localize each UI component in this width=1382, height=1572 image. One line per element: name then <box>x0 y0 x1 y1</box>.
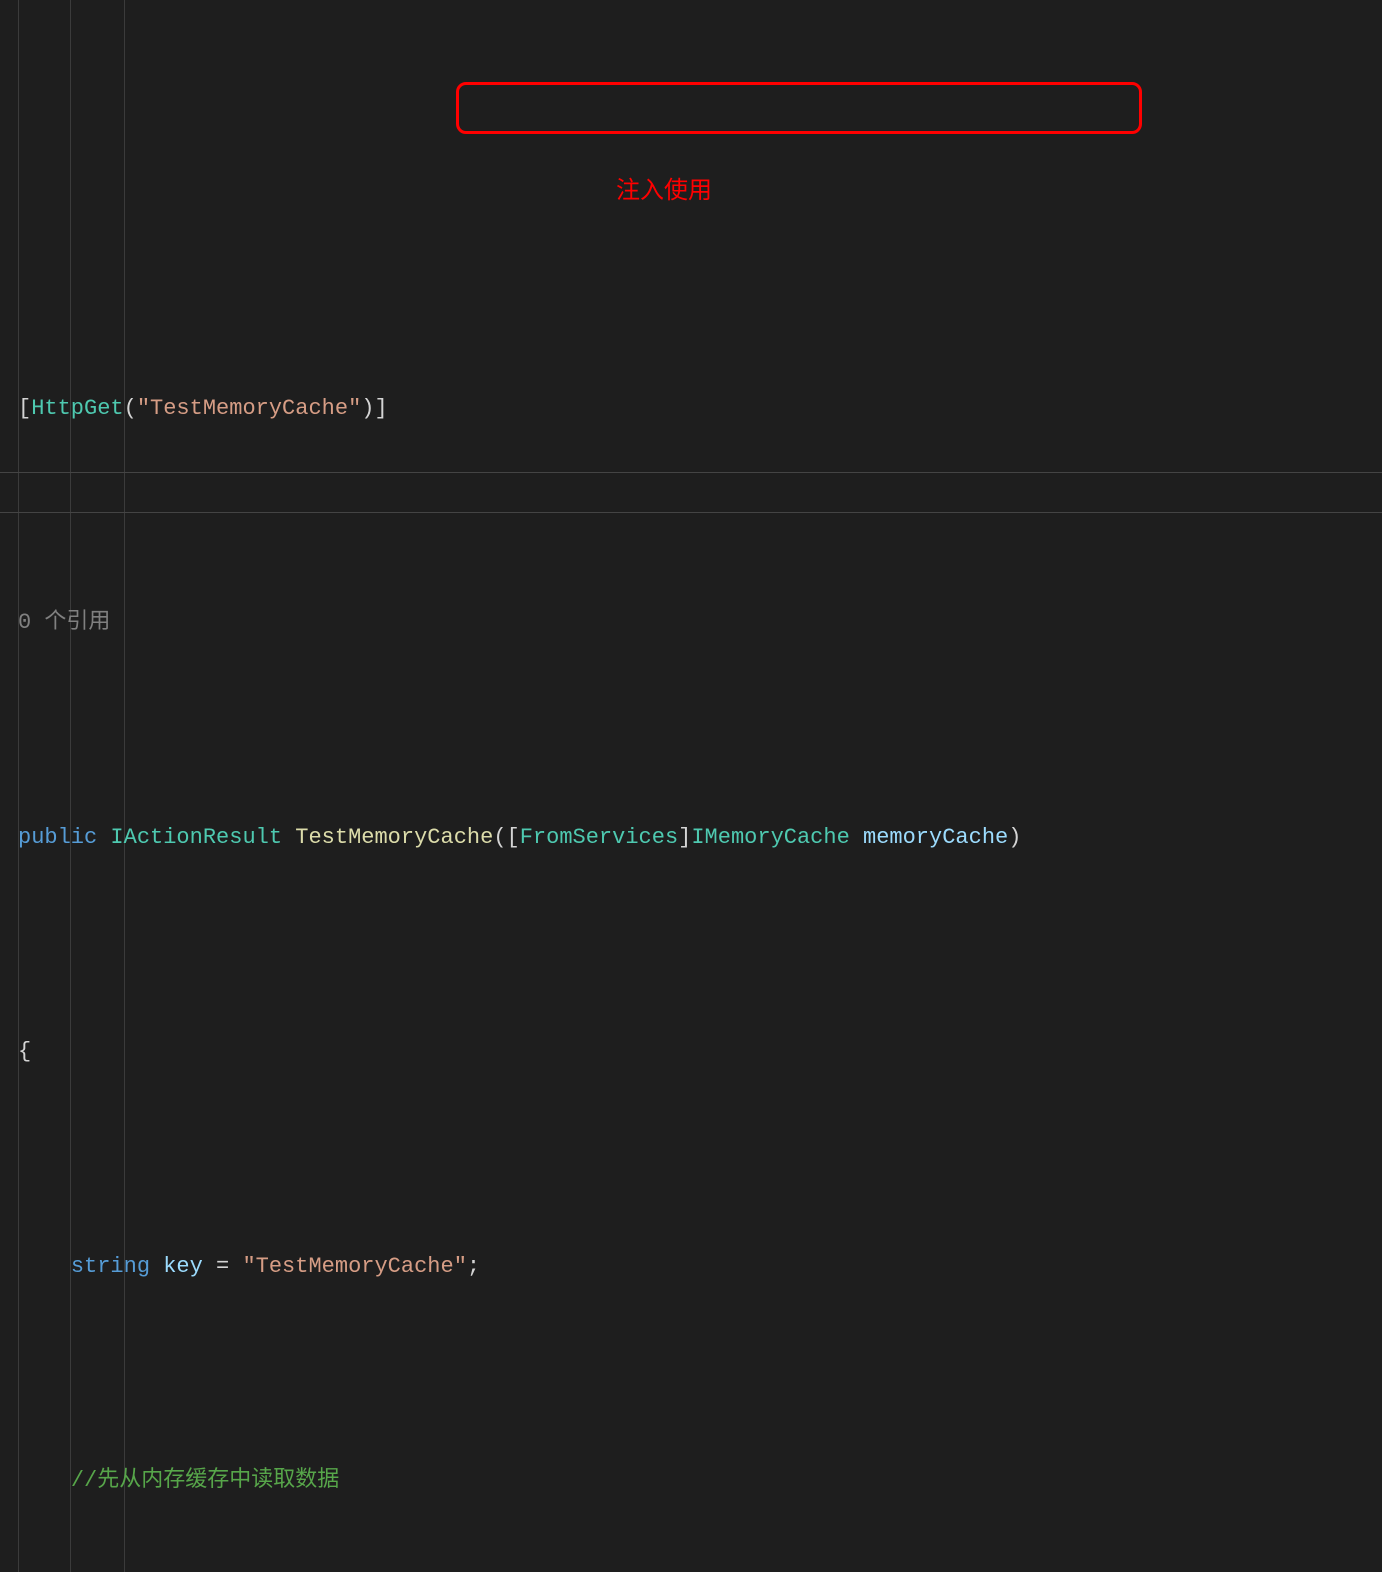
code-line[interactable]: [HttpGet("TestMemoryCache")] <box>0 388 1382 431</box>
indent <box>18 1254 71 1279</box>
annotation-injection-label: 注入使用 <box>616 168 712 215</box>
token-string: "TestMemoryCache" <box>242 1254 466 1279</box>
current-line-marker-bottom <box>0 512 1382 513</box>
code-line[interactable]: string key = "TestMemoryCache"; <box>0 1246 1382 1289</box>
token-paren: ) <box>1008 825 1021 850</box>
codelens-references[interactable]: 0 个引用 <box>0 602 1382 645</box>
token-bracket: [ <box>18 396 31 421</box>
token-attribute: HttpGet <box>31 396 123 421</box>
token-bracket: ] <box>374 396 387 421</box>
code-line[interactable]: { <box>0 1031 1382 1074</box>
token-keyword: public <box>18 825 110 850</box>
token-parameter: memoryCache <box>863 825 1008 850</box>
token-type: IActionResult <box>110 825 295 850</box>
codelens-text: 0 个引用 <box>18 610 110 635</box>
token-paren: ( <box>124 396 137 421</box>
token-semicolon: ; <box>467 1254 480 1279</box>
token-paren: ( <box>493 825 506 850</box>
token-brace: { <box>18 1039 31 1064</box>
current-line-marker-top <box>0 472 1382 473</box>
highlight-box-injection <box>456 82 1142 134</box>
token-comment: //先从内存缓存中读取数据 <box>71 1468 339 1493</box>
token-keyword: string <box>71 1254 163 1279</box>
token-bracket: [ <box>507 825 520 850</box>
token-attribute: FromServices <box>520 825 678 850</box>
token-operator: = <box>203 1254 243 1279</box>
token-paren: ) <box>361 396 374 421</box>
code-editor[interactable]: [HttpGet("TestMemoryCache")] 0 个引用 publi… <box>0 0 1382 1572</box>
token-bracket: ] <box>678 825 691 850</box>
code-line[interactable]: public IActionResult TestMemoryCache([Fr… <box>0 817 1382 860</box>
token-type: IMemoryCache <box>691 825 863 850</box>
token-method: TestMemoryCache <box>295 825 493 850</box>
token-string: "TestMemoryCache" <box>137 396 361 421</box>
code-line[interactable]: //先从内存缓存中读取数据 <box>0 1460 1382 1503</box>
indent <box>18 1468 71 1493</box>
token-identifier: key <box>163 1254 203 1279</box>
